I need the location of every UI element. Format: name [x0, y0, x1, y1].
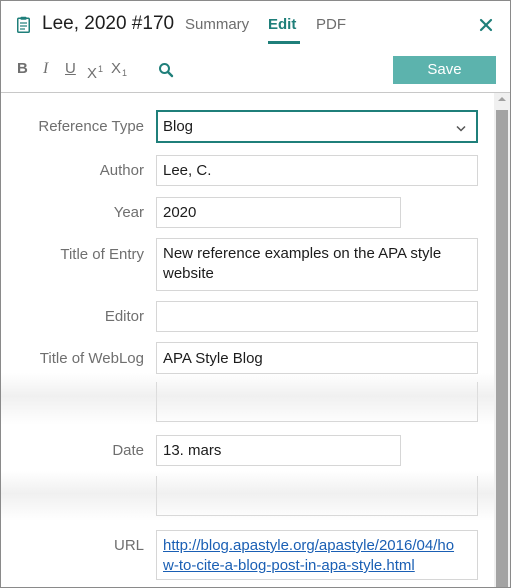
- active-tab-indicator: [268, 41, 300, 44]
- url-line-2[interactable]: w-to-cite-a-blog-post-in-apa-style.html: [163, 556, 471, 576]
- author-label: Author: [99, 162, 144, 179]
- blurred-field-2[interactable]: [156, 476, 478, 516]
- search-icon[interactable]: [158, 62, 174, 78]
- editor-label: Editor: [104, 308, 144, 325]
- url-label: URL: [113, 537, 144, 554]
- year-value: 2020: [163, 204, 197, 221]
- superscript-letter: X: [87, 65, 98, 82]
- reference-type-value: Blog: [163, 118, 194, 135]
- url-field[interactable]: http://blog.apastyle.org/apastyle/2016/0…: [156, 530, 478, 580]
- editor-field[interactable]: [156, 301, 478, 332]
- bold-button[interactable]: B: [17, 61, 28, 77]
- reference-editor-panel: Lee, 2020 #170 Summary Edit PDF B I U X1…: [0, 0, 511, 588]
- date-value: 13. mars: [163, 442, 222, 459]
- title-of-weblog-field[interactable]: APA Style Blog: [156, 342, 478, 374]
- panel-header: Lee, 2020 #170 Summary Edit PDF: [1, 1, 510, 49]
- scrollbar-thumb[interactable]: [496, 110, 508, 587]
- vertical-scrollbar[interactable]: [494, 93, 510, 587]
- url-line-1[interactable]: http://blog.apastyle.org/apastyle/2016/0…: [163, 536, 471, 556]
- title-of-weblog-value: APA Style Blog: [163, 350, 263, 367]
- year-field[interactable]: 2020: [156, 197, 401, 228]
- reference-type-label: Reference Type: [38, 118, 144, 135]
- underline-button[interactable]: U: [65, 61, 76, 77]
- author-field[interactable]: Lee, C.: [156, 155, 478, 186]
- reference-title: Lee, 2020 #170: [42, 13, 175, 34]
- title-of-entry-line-2: website: [163, 265, 214, 282]
- year-label: Year: [113, 204, 144, 221]
- title-of-entry-label: Title of Entry: [60, 246, 144, 263]
- formatting-toolbar: B I U X1 X1 Save: [1, 49, 510, 91]
- italic-button[interactable]: I: [43, 61, 48, 77]
- scroll-up-arrow-icon[interactable]: [498, 97, 506, 101]
- date-label: Date: [112, 442, 144, 459]
- superscript-mark: 1: [98, 64, 104, 74]
- title-of-entry-field[interactable]: New reference examples on the APA style …: [156, 238, 478, 291]
- save-button[interactable]: Save: [393, 56, 496, 84]
- clipboard-icon: [17, 16, 30, 33]
- toolbar-divider: [1, 92, 510, 93]
- author-value: Lee, C.: [163, 162, 212, 179]
- blurred-field-1[interactable]: [156, 382, 478, 422]
- superscript-button[interactable]: X1: [87, 61, 103, 82]
- tab-pdf[interactable]: PDF: [316, 16, 346, 33]
- subscript-mark: 1: [122, 68, 128, 78]
- reference-type-select[interactable]: Blog: [156, 110, 478, 143]
- subscript-button[interactable]: X1: [111, 61, 127, 81]
- title-of-entry-line-1: New reference examples on the APA style: [163, 245, 442, 262]
- chevron-down-icon: [456, 125, 466, 132]
- subscript-letter: X: [111, 60, 122, 77]
- tab-summary[interactable]: Summary: [185, 16, 249, 33]
- close-icon[interactable]: [477, 16, 495, 34]
- date-field[interactable]: 13. mars: [156, 435, 401, 466]
- title-of-weblog-label: Title of WebLog: [39, 350, 144, 367]
- tab-edit[interactable]: Edit: [268, 16, 296, 33]
